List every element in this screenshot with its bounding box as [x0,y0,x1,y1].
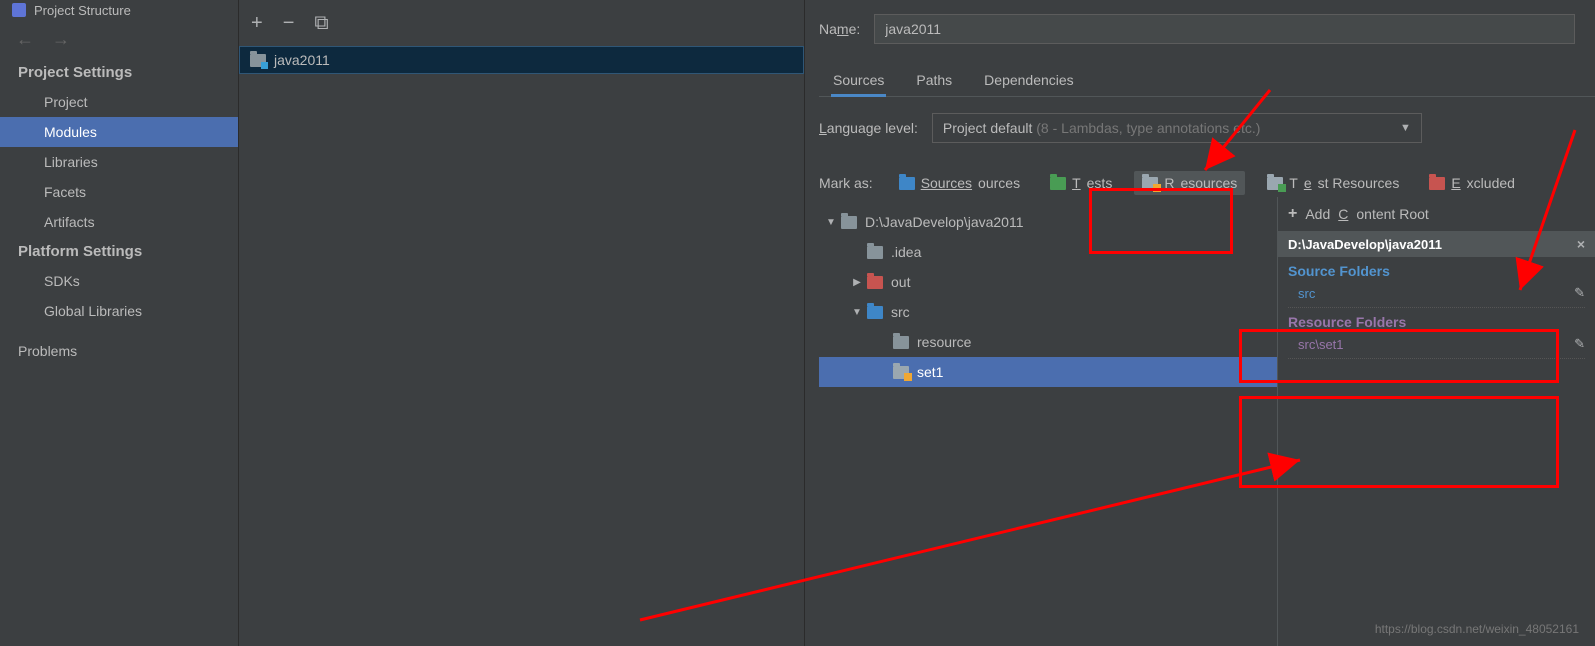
add-module-icon[interactable]: + [251,12,263,35]
tree-row[interactable]: resource [819,327,1277,357]
language-level-select[interactable]: Project default (8 - Lambdas, type annot… [932,113,1422,143]
close-icon[interactable]: × [1577,236,1585,252]
sidebar-item-global-libraries[interactable]: Global Libraries [0,296,238,326]
source-folders-header: Source Folders [1288,263,1585,279]
plus-icon: + [1288,205,1297,223]
app-icon [12,3,26,17]
detail-panel: Name: Sources Paths Dependencies Languag… [805,0,1595,646]
mark-as-row: Mark as: Sourcesources Tests Resources T… [819,171,1595,195]
copy-module-icon[interactable]: ⧉ [314,12,328,35]
watermark: https://blog.csdn.net/weixin_48052161 [1375,622,1579,636]
content-roots-pane: + Add Content Root D:\JavaDevelop\java20… [1277,197,1595,646]
sidebar-item-modules[interactable]: Modules [0,117,238,147]
disclosure-open-icon[interactable]: ▼ [825,217,837,228]
section-platform-settings: Platform Settings [0,237,238,266]
tree-row-root[interactable]: ▼D:\JavaDevelop\java2011 [819,207,1277,237]
disclosure-open-icon[interactable]: ▼ [851,307,863,318]
tree-row[interactable]: ▶out [819,267,1277,297]
sources-folder-icon [899,177,915,190]
module-row[interactable]: java2011 [239,46,804,74]
tree-row-selected[interactable]: set1 [819,357,1277,387]
section-project-settings: Project Settings [0,58,238,87]
mark-tests-button[interactable]: Tests [1042,171,1120,195]
add-content-root-button[interactable]: + Add Content Root [1278,197,1595,231]
nav-arrows: ← → [0,20,238,58]
resource-folders-header: Resource Folders [1288,314,1585,330]
mark-as-label: Mark as: [819,175,873,191]
sidebar-item-facets[interactable]: Facets [0,177,238,207]
nav-back-icon[interactable]: ← [16,29,34,50]
test-resources-folder-icon [1267,177,1283,190]
resources-folder-icon [1142,177,1158,190]
chevron-down-icon: ▼ [1400,122,1411,134]
name-label: Name: [819,21,860,37]
window-titlebar: Project Structure [0,0,238,20]
language-level-label: Language level: [819,120,918,136]
module-icon [250,54,266,67]
resource-folder-icon [893,366,909,379]
tree-row[interactable]: ▼src [819,297,1277,327]
window-title: Project Structure [34,3,131,18]
folder-icon [867,246,883,259]
sidebar-item-problems[interactable]: Problems [0,336,238,366]
sidebar-item-sdks[interactable]: SDKs [0,266,238,296]
remove-module-icon[interactable]: − [283,12,295,35]
folder-icon [841,216,857,229]
excluded-folder-icon [867,276,883,289]
sidebar-item-project[interactable]: Project [0,87,238,117]
tab-sources[interactable]: Sources [831,66,886,96]
nav-forward-icon[interactable]: → [52,29,70,50]
source-tree: ▼D:\JavaDevelop\java2011 .idea ▶out ▼src… [819,203,1277,646]
excluded-folder-icon [1429,177,1445,190]
module-list-panel: + − ⧉ java2011 [239,0,805,646]
folder-icon [893,336,909,349]
source-folder-icon [867,306,883,319]
mark-resources-button[interactable]: Resources [1134,171,1245,195]
sidebar-item-artifacts[interactable]: Artifacts [0,207,238,237]
disclosure-closed-icon[interactable]: ▶ [851,277,863,288]
tab-paths[interactable]: Paths [914,66,954,96]
source-folder-item[interactable]: src✎ [1278,281,1595,307]
sidebar-item-libraries[interactable]: Libraries [0,147,238,177]
content-root-path[interactable]: D:\JavaDevelop\java2011× [1278,231,1595,257]
resource-folder-item[interactable]: src\set1✎ [1278,332,1595,358]
detail-tabs: Sources Paths Dependencies [819,66,1595,97]
tests-folder-icon [1050,177,1066,190]
tab-dependencies[interactable]: Dependencies [982,66,1076,96]
module-name: java2011 [274,52,330,68]
name-input[interactable] [874,14,1575,44]
edit-icon[interactable]: ✎ [1574,336,1585,352]
sidebar: Project Structure ← → Project Settings P… [0,0,239,646]
module-toolbar: + − ⧉ [239,0,804,46]
mark-excluded-button[interactable]: Excluded [1421,171,1523,195]
mark-sources-button[interactable]: Sourcesources [891,171,1028,195]
mark-test-resources-button[interactable]: Test Resources [1259,171,1407,195]
edit-icon[interactable]: ✎ [1574,285,1585,301]
tree-row[interactable]: .idea [819,237,1277,267]
